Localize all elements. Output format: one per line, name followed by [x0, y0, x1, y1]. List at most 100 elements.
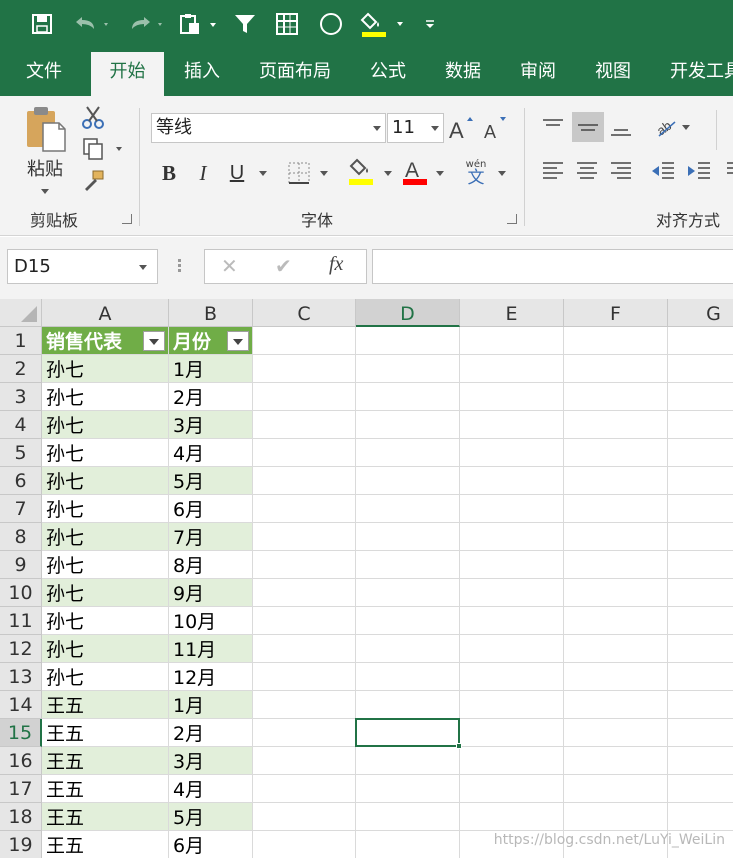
align-left-icon[interactable]	[538, 156, 568, 186]
table-cell[interactable]: 孙七	[42, 495, 168, 522]
table-cell[interactable]: 孙七	[42, 439, 168, 466]
row-header[interactable]: 4	[0, 411, 42, 439]
bold-button[interactable]: B	[156, 158, 182, 188]
tab-view[interactable]: 视图	[595, 48, 631, 96]
splitter-handle[interactable]	[176, 257, 182, 277]
row-header[interactable]: 15	[0, 719, 42, 747]
undo-icon[interactable]	[70, 8, 114, 40]
row-header[interactable]: 10	[0, 579, 42, 607]
row-header[interactable]: 6	[0, 467, 42, 495]
table-cell[interactable]: 4月	[169, 775, 252, 802]
align-right-icon[interactable]	[606, 156, 636, 186]
wrap-text-icon[interactable]	[724, 156, 733, 186]
row-header[interactable]: 8	[0, 523, 42, 551]
filter-icon[interactable]	[230, 8, 260, 40]
table-cell[interactable]: 孙七	[42, 663, 168, 690]
cancel-icon[interactable]: ✕	[221, 254, 238, 278]
table-cell[interactable]: 6月	[169, 495, 252, 522]
tab-file[interactable]: 文件	[26, 48, 62, 96]
paste-button[interactable]: 粘贴	[18, 104, 72, 194]
filter-dropdown-button[interactable]	[227, 331, 249, 351]
table-cell[interactable]: 孙七	[42, 523, 168, 550]
insert-function-icon[interactable]: fx	[329, 253, 343, 276]
row-header[interactable]: 18	[0, 803, 42, 831]
column-header-a[interactable]: A	[42, 299, 169, 327]
table-cell[interactable]: 10月	[169, 607, 252, 634]
column-header-d[interactable]: D	[356, 299, 460, 327]
table-cell[interactable]: 5月	[169, 467, 252, 494]
select-all-button[interactable]	[0, 299, 42, 327]
table-cell[interactable]: 6月	[169, 831, 252, 858]
phonetic-dropdown-icon[interactable]	[498, 171, 506, 176]
save-icon[interactable]	[26, 8, 58, 40]
active-cell[interactable]	[355, 718, 460, 747]
fill-handle[interactable]	[456, 743, 462, 749]
row-header[interactable]: 14	[0, 691, 42, 719]
table-cell[interactable]: 孙七	[42, 355, 168, 382]
table-cell[interactable]: 孙七	[42, 383, 168, 410]
font-color-dropdown-icon[interactable]	[436, 171, 444, 176]
highlight-color-icon[interactable]	[346, 156, 376, 188]
row-header[interactable]: 16	[0, 747, 42, 775]
tab-insert[interactable]: 插入	[184, 48, 220, 96]
table-cell[interactable]: 王五	[42, 719, 168, 746]
filter-dropdown-button[interactable]	[143, 331, 165, 351]
tab-data[interactable]: 数据	[445, 48, 481, 96]
paste-values-icon[interactable]	[176, 8, 220, 40]
column-header-g[interactable]: G	[668, 299, 733, 327]
redo-icon[interactable]	[124, 8, 168, 40]
underline-dropdown-icon[interactable]	[259, 171, 267, 176]
font-name-combo[interactable]: 等线	[151, 113, 386, 143]
table-cell[interactable]: 王五	[42, 803, 168, 830]
table-cell[interactable]: 1月	[169, 355, 252, 382]
table-cell[interactable]: 孙七	[42, 467, 168, 494]
font-size-combo[interactable]: 11	[387, 113, 444, 143]
table-cell[interactable]: 8月	[169, 551, 252, 578]
grow-font-icon[interactable]: A	[448, 113, 474, 143]
table-cell[interactable]: 王五	[42, 691, 168, 718]
paste-dropdown-icon[interactable]	[41, 188, 49, 194]
table-cell[interactable]: 3月	[169, 747, 252, 774]
name-box[interactable]: D15	[7, 249, 158, 284]
table-cell[interactable]: 3月	[169, 411, 252, 438]
phonetic-guide-icon[interactable]: wén 文	[462, 156, 490, 190]
table-cell[interactable]: 王五	[42, 747, 168, 774]
row-header[interactable]: 13	[0, 663, 42, 691]
increase-indent-icon[interactable]	[684, 156, 714, 186]
row-header[interactable]: 3	[0, 383, 42, 411]
font-launcher-icon[interactable]	[507, 214, 517, 224]
orientation-dropdown-icon[interactable]	[682, 125, 690, 130]
table-cell[interactable]: 5月	[169, 803, 252, 830]
freeze-panes-icon[interactable]	[272, 8, 302, 40]
table-cell[interactable]: 孙七	[42, 635, 168, 662]
decrease-indent-icon[interactable]	[648, 156, 678, 186]
fill-color-icon[interactable]	[358, 8, 410, 40]
underline-button[interactable]: U	[224, 158, 250, 188]
column-header-e[interactable]: E	[460, 299, 564, 327]
orientation-icon[interactable]: ab	[652, 112, 682, 142]
format-painter-icon[interactable]	[80, 168, 106, 194]
tab-home[interactable]: 开始	[91, 52, 164, 96]
cut-icon[interactable]	[80, 104, 106, 130]
column-header-c[interactable]: C	[253, 299, 356, 327]
column-header-b[interactable]: B	[169, 299, 253, 327]
customize-qat-icon[interactable]	[420, 8, 440, 40]
borders-icon[interactable]	[286, 158, 312, 188]
row-header[interactable]: 12	[0, 635, 42, 663]
table-cell[interactable]: 12月	[169, 663, 252, 690]
shrink-font-icon[interactable]: A	[482, 113, 508, 143]
align-center-icon[interactable]	[572, 156, 602, 186]
table-cell[interactable]: 孙七	[42, 579, 168, 606]
row-header[interactable]: 1	[0, 327, 42, 355]
shape-circle-icon[interactable]	[316, 8, 346, 40]
table-cell[interactable]: 4月	[169, 439, 252, 466]
row-header[interactable]: 5	[0, 439, 42, 467]
table-cell[interactable]: 7月	[169, 523, 252, 550]
row-header[interactable]: 9	[0, 551, 42, 579]
font-color-icon[interactable]: A	[400, 156, 430, 188]
table-cell[interactable]: 孙七	[42, 551, 168, 578]
row-header[interactable]: 2	[0, 355, 42, 383]
align-bottom-icon[interactable]	[606, 112, 636, 142]
row-header[interactable]: 17	[0, 775, 42, 803]
table-cell[interactable]: 11月	[169, 635, 252, 662]
